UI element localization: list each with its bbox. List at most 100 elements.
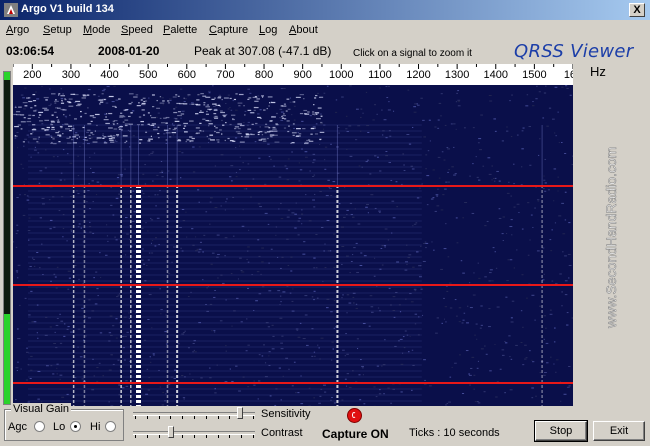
noise-speck [494, 251, 496, 253]
noise-speck [68, 105, 74, 107]
noise-speck [23, 117, 26, 119]
slider-tick [241, 435, 243, 438]
noise-speck [230, 109, 233, 111]
noise-speck [237, 102, 243, 104]
noise-speck [142, 193, 145, 195]
noise-speck [348, 125, 352, 127]
noise-speck [28, 314, 31, 316]
noise-speck [333, 233, 336, 235]
noise-speck [70, 230, 72, 232]
ticks-readout: Ticks : 10 seconds [409, 427, 500, 439]
capture-record-icon[interactable] [347, 408, 362, 423]
noise-speck [127, 115, 131, 118]
noise-speck [288, 368, 290, 370]
noise-speck [60, 88, 63, 90]
noise-speck [173, 117, 176, 119]
noise-speck [348, 302, 352, 304]
menu-speed[interactable]: Speed [121, 24, 153, 36]
noise-speck [356, 338, 359, 340]
noise-speck [437, 119, 440, 121]
noise-speck [548, 107, 552, 109]
noise-speck [255, 300, 258, 302]
noise-speck [504, 340, 506, 342]
noise-speck [181, 333, 185, 335]
noise-speck [199, 122, 202, 124]
noise-speck [151, 94, 155, 96]
noise-speck [515, 344, 518, 346]
noise-speck [55, 131, 59, 134]
noise-speck [53, 100, 59, 102]
slider-tick [194, 416, 195, 419]
noise-speck [302, 128, 306, 130]
noise-speck [483, 345, 486, 347]
noise-speck [179, 88, 183, 90]
noise-speck [358, 374, 361, 376]
noise-speck [261, 247, 264, 249]
menu-log[interactable]: Log [259, 24, 277, 36]
noise-speck [377, 307, 380, 309]
noise-speck [259, 126, 261, 128]
menu-palette[interactable]: Palette [163, 24, 197, 36]
noise-speck [256, 98, 260, 100]
noise-speck [561, 86, 564, 88]
spectrogram[interactable]: 200 300 400 500 600 700 800 900 1000 1100 1200 1300… [13, 64, 573, 406]
noise-speck [333, 402, 337, 404]
stop-button[interactable]: Stop [534, 420, 588, 442]
noise-speck [526, 94, 529, 96]
exit-button[interactable]: Exit [593, 421, 645, 441]
noise-speck [108, 95, 114, 98]
lo-radio[interactable] [70, 421, 81, 432]
sensitivity-slider-thumb[interactable] [237, 407, 244, 419]
noise-speck [445, 321, 447, 323]
contrast-track[interactable] [133, 431, 255, 435]
noise-speck [99, 332, 103, 334]
menu-mode[interactable]: Mode [83, 24, 111, 36]
contrast-slider-thumb[interactable] [167, 426, 174, 438]
noise-speck [410, 389, 413, 391]
noise-speck [237, 127, 241, 130]
menu-capture[interactable]: Capture [209, 24, 248, 36]
noise-speck [370, 306, 374, 308]
noise-speck [341, 399, 344, 401]
noise-speck [521, 148, 524, 150]
noise-speck [30, 156, 32, 158]
noise-speck [167, 102, 170, 104]
noise-speck [238, 390, 241, 392]
noise-speck [59, 313, 61, 315]
noise-speck [259, 206, 262, 208]
noise-speck [554, 132, 556, 134]
noise-speck [438, 102, 442, 104]
noise-speck [17, 338, 20, 340]
noise-speck [271, 348, 275, 350]
noise-speck [535, 395, 537, 397]
noise-speck [287, 158, 290, 160]
noise-speck [32, 131, 34, 133]
noise-speck [281, 335, 284, 337]
noise-speck [149, 356, 151, 358]
noise-speck [271, 324, 274, 326]
spectrogram-area[interactable]: 200 300 400 500 600 700 800 900 1000 1100 1200 1300… [13, 64, 573, 406]
noise-speck [155, 205, 157, 207]
agc-radio[interactable] [34, 421, 45, 432]
noise-speck [561, 305, 563, 307]
noise-speck [58, 93, 61, 95]
noise-speck [280, 111, 284, 113]
noise-speck [311, 296, 314, 298]
menu-about[interactable]: About [289, 24, 318, 36]
noise-speck [81, 378, 85, 380]
hi-radio[interactable] [105, 421, 116, 432]
noise-speck [536, 199, 540, 201]
noise-speck [16, 224, 19, 226]
noise-speck [319, 131, 325, 134]
menu-setup[interactable]: Setup [43, 24, 72, 36]
noise-speck [344, 378, 347, 380]
noise-speck [205, 96, 211, 98]
noise-speck [392, 110, 395, 112]
noise-speck [315, 234, 318, 236]
menu-argo[interactable]: Argo [6, 24, 29, 36]
close-button[interactable]: X [629, 3, 645, 17]
noise-speck [180, 247, 182, 249]
noise-speck [41, 123, 44, 125]
noise-speck [17, 264, 21, 266]
noise-speck [368, 325, 371, 327]
